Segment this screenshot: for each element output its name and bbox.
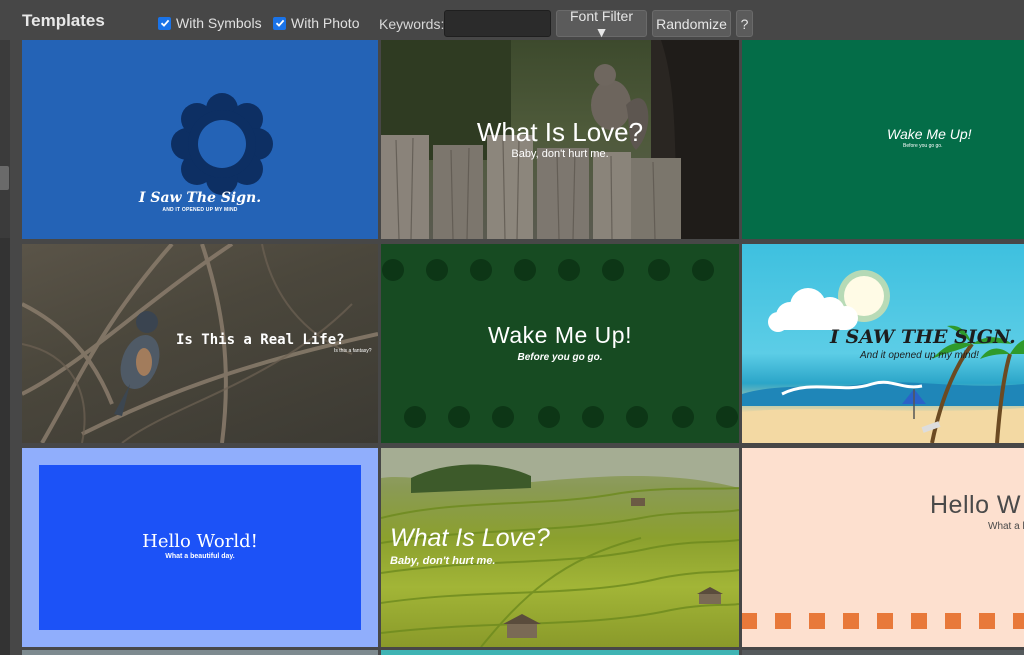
template-title: What Is Love? [390,524,550,552]
template-title: Wake Me Up! [887,126,972,142]
orange-squares-pattern [742,613,1024,629]
left-panel-edge [0,40,10,655]
template-title: Hello W [930,491,1022,519]
template-subtitle: And it opened up my mind! [860,350,979,361]
template-subtitle: Baby, don't hurt me. [511,148,609,160]
keywords-label: Keywords: [379,16,445,32]
template-tile-1[interactable]: I Saw The Sign. AND IT OPENED UP MY MIND [22,40,378,239]
checkbox-checked-icon[interactable] [158,16,171,30]
template-title: What Is Love? [476,117,644,147]
template-subtitle: AND IT OPENED UP MY MIND [162,207,238,213]
template-tile-7[interactable]: Hello World! What a beautiful day. [22,448,378,647]
with-photo-checkbox[interactable]: With Photo [273,15,359,31]
templates-toolbar: Templates With Symbols With Photo Keywor… [0,0,1024,40]
template-title: Is This a Real Life? [176,332,345,348]
template-title: Hello World! [142,531,258,552]
flower-symbol-icon [171,93,273,195]
template-subtitle: Baby, don't hurt me. [390,555,496,567]
template-tile-3[interactable]: Wake Me Up! Before you go go. [742,40,1024,239]
template-tile-5[interactable]: Wake Me Up! Before you go go. [381,244,739,443]
font-filter-button[interactable]: Font Filter ▼ [556,8,647,40]
template-title: Wake Me Up! [488,322,632,348]
template-tile-partial[interactable] [742,650,1024,655]
template-tile-9[interactable]: Hello W What a b [742,448,1024,647]
template-tile-4[interactable]: Is This a Real Life? Is this a fantasy? [22,244,378,443]
template-subtitle: Is this a fantasy? [334,348,372,354]
template-title: I SAW THE SIGN. [830,326,1016,348]
template-subtitle: Before you go go. [903,143,943,149]
template-subtitle: Before you go go. [517,352,603,363]
template-tile-8[interactable]: What Is Love? Baby, don't hurt me. [381,448,739,647]
panel-resize-handle[interactable] [0,166,9,190]
with-symbols-label: With Symbols [176,15,262,31]
template-tile-partial[interactable] [381,650,739,655]
template-tile-2[interactable]: What Is Love? Baby, don't hurt me. [381,40,739,239]
template-subtitle: What a beautiful day. [165,553,235,560]
help-button[interactable]: ? [736,10,753,37]
randomize-button[interactable]: Randomize [652,10,731,37]
left-panel-shade [0,238,10,655]
with-photo-label: With Photo [291,15,360,31]
with-symbols-checkbox[interactable]: With Symbols [158,15,262,31]
template-title: I Saw The Sign. [138,190,262,206]
template-subtitle: What a b [988,521,1024,532]
keywords-input[interactable] [444,10,551,37]
template-tile-6[interactable]: I SAW THE SIGN. And it opened up my mind… [742,244,1024,443]
panel-title: Templates [22,11,105,30]
checkbox-checked-icon[interactable] [273,16,286,30]
template-tile-partial[interactable] [22,650,378,655]
